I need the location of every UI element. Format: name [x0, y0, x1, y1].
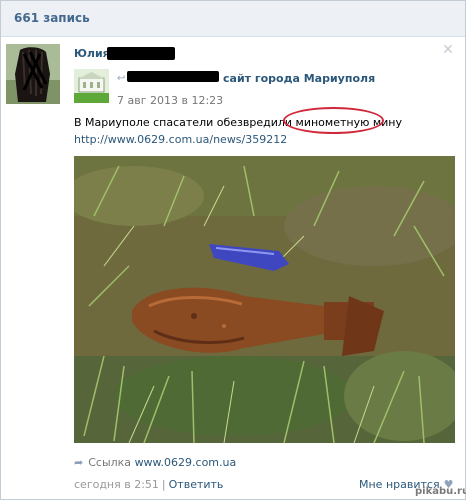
repost-icon: ↩ [117, 73, 126, 84]
close-icon[interactable]: ✕ [442, 43, 454, 57]
group-avatar[interactable] [74, 69, 109, 103]
wall-header: 661 запись [1, 1, 465, 37]
footer-time[interactable]: сегодня в 2:51 [74, 478, 159, 491]
group-name[interactable]: сайт города Мариуполя [223, 72, 375, 85]
red-circle-annotation [283, 107, 384, 134]
attachment-label: Ссылка [88, 456, 132, 469]
reply-button[interactable]: Ответить [169, 478, 224, 491]
watermark: pikabu.ru [415, 486, 466, 497]
wall-frame: 661 запись ✕ Юлия ↩ сайт города Мариупол… [0, 0, 466, 500]
redacted-group-prefix [127, 71, 219, 82]
post-link[interactable]: http://www.0629.com.ua/news/359212 [74, 133, 287, 146]
author-avatar[interactable] [6, 44, 60, 104]
post-footer: сегодня в 2:51 | Ответить [74, 478, 223, 491]
attachment-url[interactable]: www.0629.com.ua [135, 456, 237, 469]
post-text-main: В Мариуполе спасатели обезвредили [74, 116, 296, 129]
post-count-title: 661 запись [14, 11, 90, 25]
author-name[interactable]: Юлия [74, 47, 110, 60]
link-arrow-icon: ➦ [74, 456, 84, 469]
redacted-surname [107, 47, 175, 60]
post-photo[interactable] [74, 156, 455, 443]
post-date[interactable]: 7 авг 2013 в 12:23 [117, 94, 223, 107]
footer-separator: | [161, 478, 166, 491]
attachment-row[interactable]: ➦ Ссылка www.0629.com.ua [74, 456, 236, 470]
